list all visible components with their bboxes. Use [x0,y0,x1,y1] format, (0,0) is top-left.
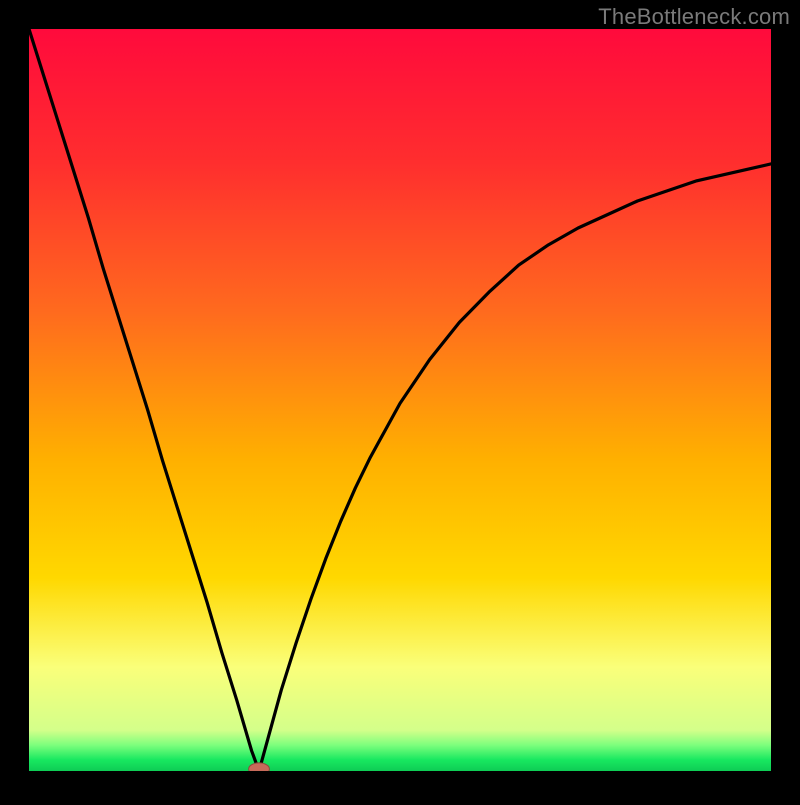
gradient-background [29,29,771,771]
watermark-text: TheBottleneck.com [598,4,790,30]
chart-frame: { "watermark": "TheBottleneck.com", "col… [0,0,800,800]
bottleneck-chart [0,0,800,800]
optimum-marker [249,763,270,775]
